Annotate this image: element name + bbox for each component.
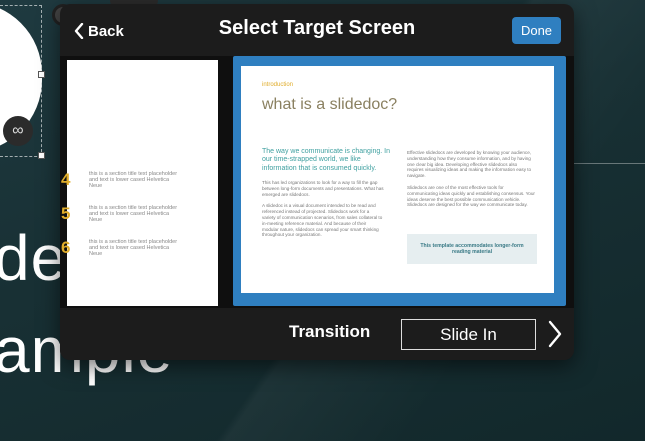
slide-body-right: Effective slidedocs are developed by kno…: [407, 150, 535, 214]
section-item: 6 this is a section title text placehold…: [61, 238, 218, 268]
slide-page: introduction what is a slidedoc? The way…: [241, 66, 554, 293]
selected-slide[interactable]: introduction what is a slidedoc? The way…: [233, 56, 566, 306]
section-number: 4: [61, 170, 71, 189]
slide-paragraph: Slidedocs are one of the most effective …: [407, 184, 535, 208]
transition-label: Transition: [289, 322, 371, 341]
section-text: this is a section title text placeholder…: [89, 205, 178, 224]
transition-bar: Transition Slide In: [60, 308, 574, 360]
transition-select[interactable]: Slide In: [401, 319, 536, 350]
section-text: this is a section title text placeholder…: [89, 171, 178, 190]
done-button[interactable]: Done: [512, 17, 561, 44]
section-number: 5: [61, 204, 71, 223]
slide-callout: This template accommodates longer-form r…: [407, 234, 537, 264]
section-text: this is a section title text placeholder…: [89, 239, 178, 258]
slide-kicker: introduction: [262, 82, 294, 88]
slide-paragraph: A slidedoc is a visual document intended…: [262, 203, 383, 238]
modal-title: Select Target Screen: [218, 17, 416, 39]
slide-paragraph: Effective slidedocs are developed by kno…: [407, 150, 532, 179]
canvas-text-line1: de: [0, 222, 68, 294]
modal-header: Back Select Target Screen Done: [60, 4, 574, 56]
resize-handle[interactable]: [38, 71, 45, 78]
slide-paragraph: This has led organizations to look for a…: [262, 180, 384, 197]
resize-handle[interactable]: [38, 152, 45, 159]
slide-strip: 4 this is a section title text placehold…: [60, 56, 574, 308]
link-icon[interactable]: ∞: [3, 116, 33, 146]
slide-thumbnail[interactable]: 4 this is a section title text placehold…: [61, 60, 218, 306]
section-number: 6: [61, 238, 71, 257]
slide-title: what is a slidedoc?: [262, 96, 398, 113]
chevron-right-icon[interactable]: [547, 320, 563, 348]
slide-body-left: This has led organizations to look for a…: [262, 180, 384, 244]
section-item: 4 this is a section title text placehold…: [61, 170, 218, 200]
section-item: 5 this is a section title text placehold…: [61, 204, 218, 234]
select-target-screen-modal: Back Select Target Screen Done 4 this is…: [60, 4, 574, 360]
slide-lead-text: The way we communicate is changing. In o…: [262, 148, 391, 172]
